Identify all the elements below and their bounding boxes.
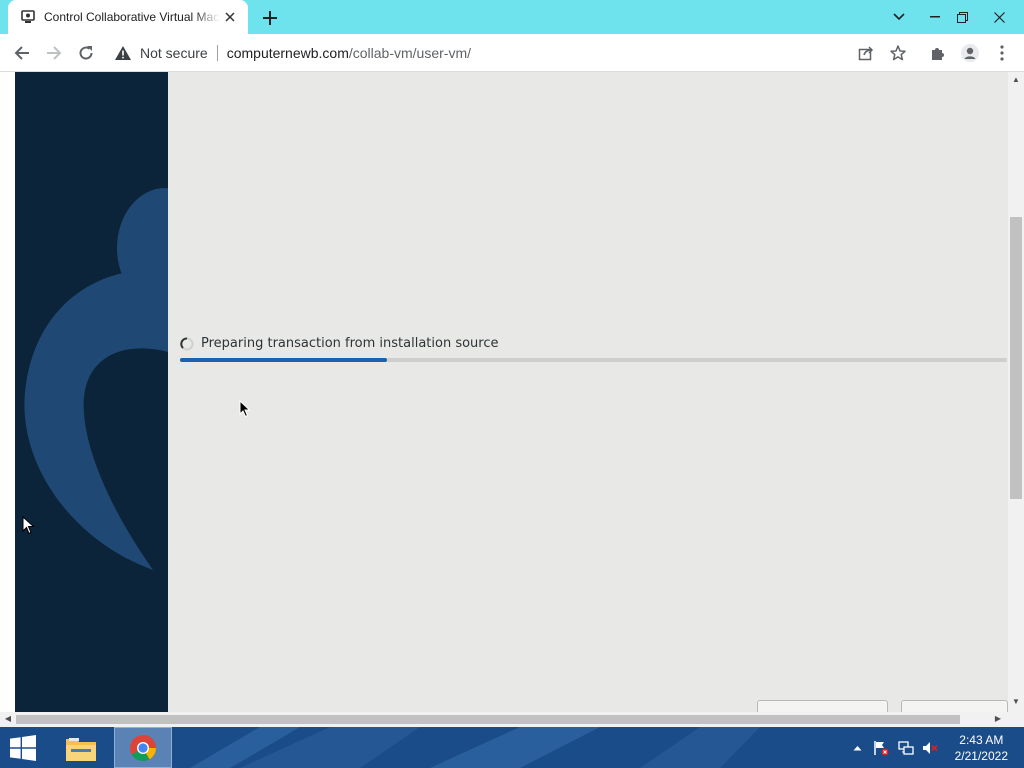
installer-status: Preparing transaction from installation … xyxy=(180,336,499,351)
action-center-flag-icon[interactable] xyxy=(872,727,890,768)
url-host: computernewb.com xyxy=(226,45,349,61)
mouse-cursor-icon xyxy=(239,400,251,418)
browser-titlebar: Control Collaborative Virtual Machine xyxy=(0,0,1024,34)
new-tab-icon[interactable] xyxy=(258,6,282,30)
scroll-down-arrow-icon[interactable]: ▼ xyxy=(1009,697,1023,706)
forward-arrow-icon[interactable] xyxy=(40,40,68,66)
installer-status-text: Preparing transaction from installation … xyxy=(201,336,499,351)
back-arrow-icon[interactable] xyxy=(8,40,36,66)
clock-time: 2:43 AM xyxy=(959,733,1004,747)
omnibox-divider xyxy=(216,45,218,61)
vm-screen[interactable]: Preparing transaction from installation … xyxy=(15,72,1008,712)
menu-kebab-icon[interactable] xyxy=(988,40,1016,66)
not-secure-label[interactable]: Not secure xyxy=(140,45,208,61)
volume-muted-icon[interactable] xyxy=(921,727,939,768)
bookmark-star-icon[interactable] xyxy=(884,40,912,66)
file-explorer-icon[interactable] xyxy=(58,727,104,768)
browser-toolbar: Not secure computernewb.com/collab-vm/us… xyxy=(0,34,1024,72)
vertical-scroll-thumb[interactable] xyxy=(1010,217,1022,499)
restore-icon[interactable] xyxy=(945,0,979,34)
installer-progress-bar xyxy=(180,358,1007,362)
chrome-taskbar-icon[interactable] xyxy=(114,727,172,768)
taskbar-clock[interactable]: 2:43 AM 2/21/2022 xyxy=(955,732,1008,764)
installer-logo-graphic xyxy=(24,188,168,570)
scroll-up-arrow-icon[interactable]: ▲ xyxy=(1009,75,1023,84)
start-windows-icon[interactable] xyxy=(0,727,46,768)
window-close-icon[interactable] xyxy=(982,0,1016,34)
profile-avatar-icon[interactable] xyxy=(956,40,984,66)
reload-icon[interactable] xyxy=(72,40,100,66)
url-path: /collab-vm/user-vm/ xyxy=(348,45,472,61)
browser-tab[interactable]: Control Collaborative Virtual Machine xyxy=(8,0,248,34)
installer-progress-fill xyxy=(180,358,387,362)
network-icon[interactable] xyxy=(897,727,915,768)
scroll-left-arrow-icon[interactable]: ◀ xyxy=(1,714,15,723)
extensions-puzzle-icon[interactable] xyxy=(924,40,952,66)
tab-search-chevron-icon[interactable] xyxy=(882,0,916,34)
page-viewport: Preparing transaction from installation … xyxy=(0,72,1024,727)
tab-close-icon[interactable] xyxy=(222,9,238,25)
scroll-right-arrow-icon[interactable]: ▶ xyxy=(991,714,1005,723)
warning-triangle-icon[interactable] xyxy=(114,44,132,62)
installer-secondary-button[interactable] xyxy=(757,700,888,712)
address-bar[interactable]: Not secure computernewb.com/collab-vm/us… xyxy=(104,38,914,68)
installer-primary-button[interactable] xyxy=(901,700,1008,712)
windows-taskbar: 2:43 AM 2/21/2022 xyxy=(0,727,1024,768)
vm-host-cursor-icon xyxy=(22,516,35,535)
collabvm-favicon-icon xyxy=(20,9,36,25)
tab-title: Control Collaborative Virtual Machine xyxy=(44,10,220,24)
horizontal-scroll-thumb[interactable] xyxy=(16,715,960,724)
clock-date: 2/21/2022 xyxy=(954,749,1008,763)
share-icon[interactable] xyxy=(852,40,880,66)
installer-sidebar xyxy=(15,72,168,712)
tray-expand-chevron-icon[interactable] xyxy=(850,727,864,768)
horizontal-scrollbar[interactable]: ◀ ▶ xyxy=(0,712,1024,727)
vertical-scrollbar[interactable]: ▲ ▼ xyxy=(1008,72,1024,712)
loading-spinner-icon xyxy=(180,337,194,350)
url-text[interactable]: computernewb.com/collab-vm/user-vm/ xyxy=(227,45,471,61)
